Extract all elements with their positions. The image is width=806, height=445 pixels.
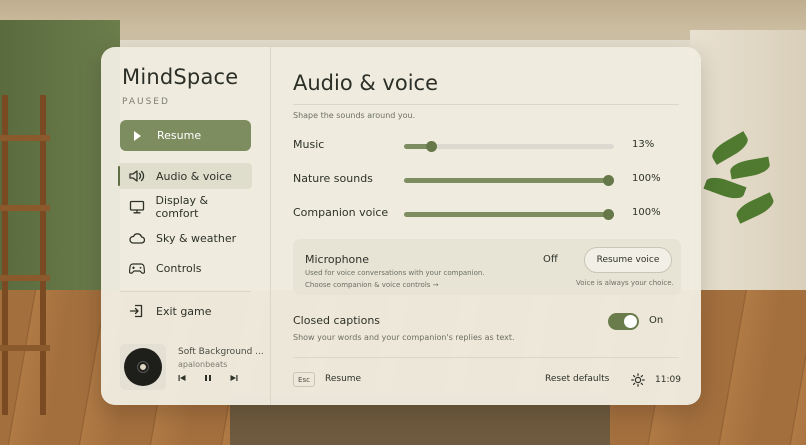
sidebar-item-label: Controls <box>156 261 202 275</box>
resume-button-label: Resume <box>157 129 202 142</box>
sidebar-item-audio-voice[interactable]: Audio & voice <box>118 163 252 189</box>
microphone-state: Off <box>543 254 558 265</box>
pause-icon[interactable] <box>204 374 212 385</box>
music-volume-slider[interactable] <box>404 141 614 152</box>
sidebar-item-label: Display & comfort <box>155 194 209 220</box>
potted-plant <box>700 130 780 250</box>
microphone-title: Microphone <box>305 253 370 266</box>
sun-icon[interactable] <box>631 372 645 387</box>
skip-back-icon[interactable] <box>178 374 186 385</box>
resume-voice-button[interactable]: Resume voice <box>584 247 672 273</box>
sidebar-item-controls[interactable]: Controls <box>118 255 252 281</box>
microphone-card: Microphone Used for voice conversations … <box>293 239 681 295</box>
cloud-icon <box>127 230 147 246</box>
nature-sounds-row: Nature sounds 100% <box>293 170 679 190</box>
track-title: Soft Background ... <box>178 347 264 357</box>
companion-voice-row: Companion voice 100% <box>293 204 679 224</box>
companion-voice-controls-link[interactable]: Choose companion & voice controls → <box>305 281 439 289</box>
slider-label: Companion voice <box>293 206 389 219</box>
paused-status: PAUSED <box>122 97 170 107</box>
music-volume-row: Music 13% <box>293 136 679 156</box>
slider-value: 100% <box>632 173 661 184</box>
speaker-icon <box>127 168 147 184</box>
footer-resume-button[interactable]: Resume <box>325 374 361 384</box>
page-title: Audio & voice <box>293 71 438 95</box>
music-player: Soft Background ... apalonbeats <box>120 344 265 390</box>
monitor-icon <box>127 199 146 215</box>
sidebar-item-label: Audio & voice <box>156 169 232 183</box>
reset-defaults-button[interactable]: Reset defaults <box>545 374 609 384</box>
sidebar-item-label: Sky & weather <box>156 231 237 245</box>
exit-game-label: Exit game <box>156 304 212 318</box>
clock: 11:09 <box>655 375 681 385</box>
toggle-knob <box>624 315 637 328</box>
closed-captions-toggle[interactable] <box>608 313 639 330</box>
slider-value: 13% <box>632 139 655 150</box>
companion-voice-slider[interactable] <box>404 209 614 220</box>
settings-content: Audio & voice Shape the sounds around yo… <box>271 47 701 405</box>
pause-menu-panel: MindSpace PAUSED Resume Audio & voice Di… <box>101 47 701 405</box>
resume-button[interactable]: Resume <box>120 120 251 151</box>
ladder <box>0 95 50 415</box>
gamepad-icon <box>127 260 147 276</box>
app-title: MindSpace <box>122 65 239 89</box>
microphone-description: Used for voice conversations with your c… <box>305 269 485 277</box>
sidebar-item-sky-weather[interactable]: Sky & weather <box>118 225 252 251</box>
closed-captions-description: Show your words and your companion's rep… <box>293 333 515 342</box>
closed-captions-title: Closed captions <box>293 314 381 327</box>
nature-sounds-slider[interactable] <box>404 175 614 186</box>
slider-thumb[interactable] <box>426 141 437 152</box>
voice-note: Voice is always your choice. <box>576 279 674 287</box>
footer-divider <box>293 357 679 358</box>
skip-forward-icon[interactable] <box>230 374 238 385</box>
play-icon <box>134 130 141 141</box>
slider-thumb[interactable] <box>603 175 614 186</box>
esc-key-hint: Esc <box>293 372 315 387</box>
sidebar-divider <box>120 291 251 292</box>
sidebar: MindSpace PAUSED Resume Audio & voice Di… <box>101 47 271 405</box>
slider-value: 100% <box>632 207 661 218</box>
track-artist: apalonbeats <box>178 360 228 369</box>
slider-label: Nature sounds <box>293 172 373 185</box>
exit-icon <box>127 303 147 319</box>
exit-game-button[interactable]: Exit game <box>118 298 252 324</box>
title-divider <box>293 104 679 105</box>
page-subtitle: Shape the sounds around you. <box>293 111 416 120</box>
sidebar-item-display-comfort[interactable]: Display & comfort <box>118 194 252 220</box>
slider-label: Music <box>293 138 325 151</box>
closed-captions-state: On <box>649 315 664 326</box>
vinyl-record-icon <box>120 344 166 390</box>
slider-thumb[interactable] <box>603 209 614 220</box>
